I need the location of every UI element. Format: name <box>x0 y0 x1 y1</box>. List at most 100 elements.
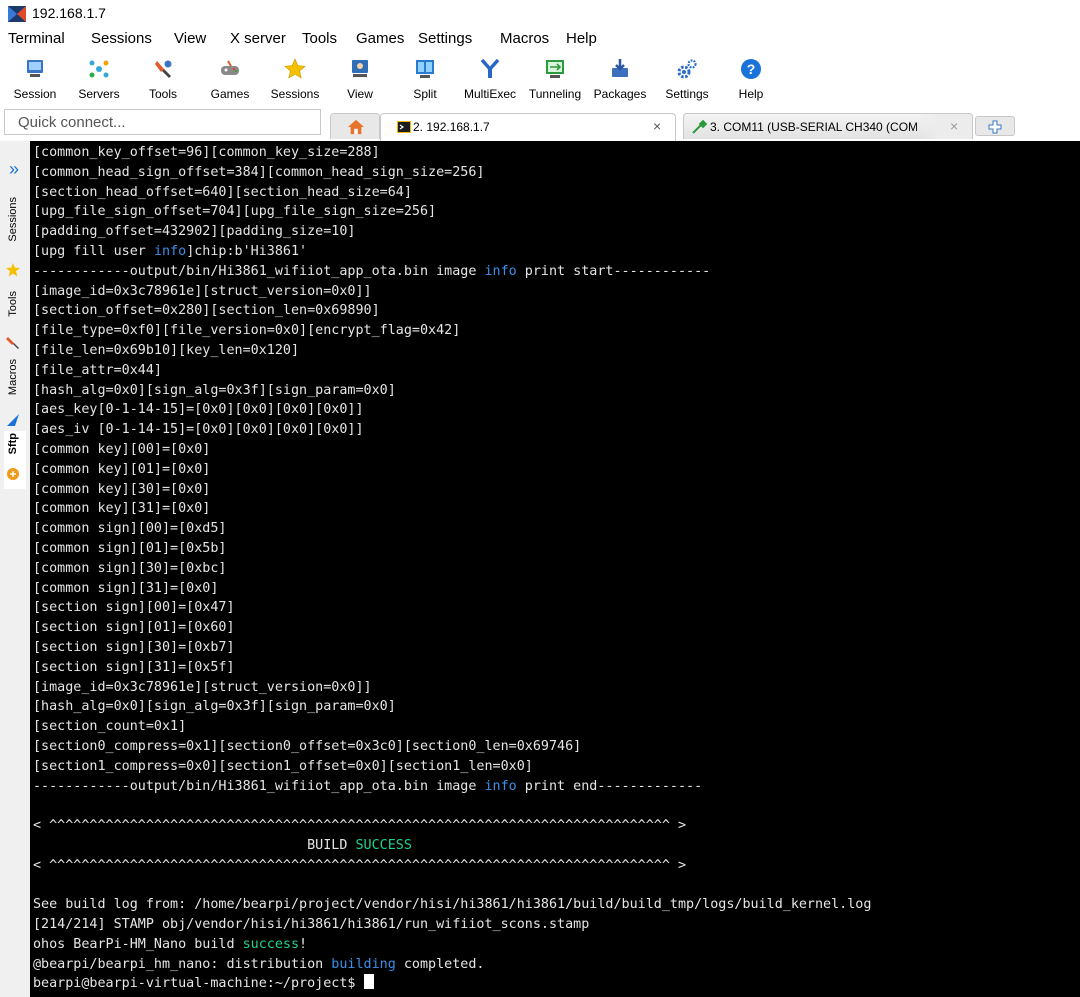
split-label: Split <box>413 87 437 101</box>
side-tab-sessions[interactable]: Sessions <box>4 197 26 277</box>
tunneling-button[interactable]: Tunneling <box>520 54 590 104</box>
help-button[interactable]: ? Help <box>716 54 786 104</box>
terminal-text: ohos BearPi-HM_Nano build <box>33 936 243 952</box>
terminal-line: [section0_compress=0x1][section0_offset=… <box>33 737 1078 757</box>
sessions-button[interactable]: Sessions <box>260 54 330 104</box>
side-tab-sftp[interactable]: Sftp <box>4 431 26 489</box>
terminal-line: [section_head_offset=640][section_head_s… <box>33 183 1078 203</box>
packages-button[interactable]: Packages <box>585 54 655 104</box>
terminal-text: ]chip:b'Hi3861' <box>186 243 308 259</box>
terminal-line: [section_count=0x1] <box>33 717 1078 737</box>
terminal-text: print start------------ <box>516 263 711 279</box>
split-button[interactable]: Split <box>390 54 460 104</box>
menu-settings[interactable]: Settings <box>418 30 472 47</box>
multiexec-icon <box>480 58 500 78</box>
terminal-text: completed. <box>395 956 485 972</box>
terminal-text: [file_type=0xf0][file_version=0x0][encry… <box>33 323 461 339</box>
side-tab-macros-label: Macros <box>7 359 19 396</box>
terminal-line: [section_offset=0x280][section_len=0x698… <box>33 301 1078 321</box>
packages-label: Packages <box>593 87 647 101</box>
terminal-line: @bearpi/bearpi_hm_nano: distribution bui… <box>33 955 1078 975</box>
menu-sessions[interactable]: Sessions <box>91 30 152 47</box>
macros-icon <box>7 414 19 426</box>
tab-session-2[interactable]: 2. 192.168.1.7 × <box>380 113 676 141</box>
serial-cable-icon <box>692 120 708 134</box>
terminal-text: [section sign][30]=[0xb7] <box>33 639 235 655</box>
side-tab-tools[interactable]: Tools <box>4 291 26 349</box>
svg-text:?: ? <box>747 61 756 77</box>
menu-macros[interactable]: Macros <box>500 30 549 47</box>
servers-button[interactable]: Servers <box>64 54 134 104</box>
window-title: 192.168.1.7 <box>32 5 106 21</box>
tab-session-2-close-icon[interactable]: × <box>653 118 661 134</box>
menu-bar: Terminal Sessions View X server Tools Ga… <box>0 30 1080 52</box>
menu-view[interactable]: View <box>174 30 206 47</box>
terminal-line: [common key][30]=[0x0] <box>33 480 1078 500</box>
quick-connect-box <box>4 109 321 135</box>
packages-icon <box>612 59 628 77</box>
menu-tools[interactable]: Tools <box>302 30 337 47</box>
plus-icon <box>988 120 1002 134</box>
view-button[interactable]: View <box>325 54 395 104</box>
terminal-text: success <box>242 936 300 952</box>
terminal-line: [hash_alg=0x0][sign_alg=0x3f][sign_param… <box>33 697 1078 717</box>
multiexec-button[interactable]: MultiExec <box>455 54 525 104</box>
terminal-line: < ^^^^^^^^^^^^^^^^^^^^^^^^^^^^^^^^^^^^^^… <box>33 856 1078 876</box>
tools-button[interactable]: Tools <box>128 54 198 104</box>
terminal-text: [hash_alg=0x0][sign_alg=0x3f][sign_param… <box>33 382 396 398</box>
terminal-line: [upg fill user info]chip:b'Hi3861' <box>33 242 1078 262</box>
session-icon <box>27 60 43 77</box>
terminal-cursor <box>363 974 374 990</box>
side-tab-sftp-label: Sftp <box>7 433 19 455</box>
home-tab[interactable] <box>330 113 380 139</box>
terminal-text: bearpi@bearpi-virtual-machine:~/project$ <box>33 976 364 992</box>
menu-x-server[interactable]: X server <box>230 30 286 47</box>
terminal-line: [aes_iv [0-1-14-15]=[0x0][0x0][0x0][0x0]… <box>33 420 1078 440</box>
terminal-text: [common sign][31]=[0x0] <box>33 580 219 596</box>
terminal-text: [common key][30]=[0x0] <box>33 481 211 497</box>
terminal-text: [section0_compress=0x1][section0_offset=… <box>33 738 582 754</box>
terminal-line: [common key][31]=[0x0] <box>33 499 1078 519</box>
menu-help[interactable]: Help <box>566 30 597 47</box>
star-icon <box>284 58 306 79</box>
expand-panel-icon[interactable]: » <box>9 159 19 180</box>
tab-session-3[interactable]: 3. COM11 (USB-SERIAL CH340 (COM × <box>683 113 973 139</box>
sessions-label: Sessions <box>270 87 320 101</box>
terminal-text: building <box>331 956 396 972</box>
terminal-text: info <box>484 778 517 794</box>
help-icon: ? <box>741 59 761 79</box>
terminal-line: [file_len=0x69b10][key_len=0x120] <box>33 341 1078 361</box>
menu-games[interactable]: Games <box>356 30 404 47</box>
terminal-text: [common sign][00]=[0xd5] <box>33 521 227 537</box>
terminal-text: [common key][01]=[0x0] <box>33 461 211 477</box>
terminal-text: BUILD <box>33 837 356 853</box>
side-tab-tools-label: Tools <box>7 291 19 317</box>
terminal-text: [section sign][01]=[0x60] <box>33 620 235 636</box>
quick-connect-input[interactable] <box>5 110 320 134</box>
games-button[interactable]: Games <box>195 54 265 104</box>
terminal-text: [common_head_sign_offset=384][common_hea… <box>33 164 485 180</box>
terminal-line: [section sign][01]=[0x60] <box>33 618 1078 638</box>
session-button[interactable]: Session <box>0 54 70 104</box>
terminal-text: [section_head_offset=640][section_head_s… <box>33 184 412 200</box>
tab-session-3-close-icon[interactable]: × <box>950 118 958 134</box>
tab-session-2-label: 2. 192.168.1.7 <box>413 120 490 134</box>
terminal-text: [common key][31]=[0x0] <box>33 501 211 517</box>
terminal-line: [upg_file_sign_offset=704][upg_file_sign… <box>33 202 1078 222</box>
terminal-text: [upg fill user <box>33 243 154 259</box>
new-tab-button[interactable] <box>975 116 1015 136</box>
side-tab-macros[interactable]: Macros <box>4 359 26 426</box>
menu-terminal[interactable]: Terminal <box>8 30 65 47</box>
servers-icon <box>89 60 109 78</box>
star-icon <box>6 263 20 277</box>
settings-button[interactable]: Settings <box>652 54 722 104</box>
sftp-icon <box>7 468 19 480</box>
terminal-line: [aes_key[0-1-14-15]=[0x0][0x0][0x0][0x0]… <box>33 400 1078 420</box>
view-label: View <box>347 87 373 101</box>
terminal-line: [common sign][31]=[0x0] <box>33 579 1078 599</box>
tab-session-3-label: 3. COM11 (USB-SERIAL CH340 (COM <box>710 120 919 134</box>
terminal-line: [common key][01]=[0x0] <box>33 460 1078 480</box>
terminal-output[interactable]: [common_key_offset=96][common_key_size=2… <box>30 141 1080 997</box>
terminal-line: [image_id=0x3c78961e][struct_version=0x0… <box>33 282 1078 302</box>
